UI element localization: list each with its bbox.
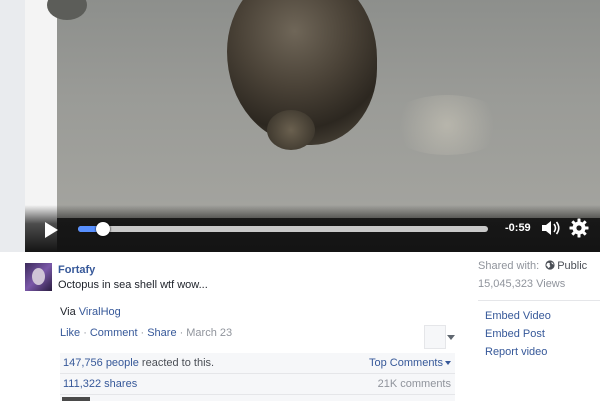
comment-preview [60, 395, 455, 401]
audience-row: Shared with: Public [478, 260, 600, 272]
avatar[interactable] [25, 263, 52, 291]
time-remaining: -0:59 [505, 222, 531, 234]
shares-row: 111,322 shares 21K comments [60, 374, 455, 395]
chevron-down-icon [445, 361, 451, 366]
like-link[interactable]: Like [60, 327, 80, 339]
play-icon[interactable] [45, 222, 58, 238]
shares-count[interactable]: 111,322 shares [63, 378, 137, 390]
post-stats: 147,756 people reacted to this. Top Comm… [60, 353, 455, 401]
action-separator: · [179, 327, 184, 339]
seek-bar[interactable] [78, 222, 488, 236]
top-comments-dropdown[interactable]: Top Comments [369, 357, 451, 369]
video-frame[interactable] [47, 0, 600, 218]
player-controls: -0:59 [25, 205, 600, 252]
reactions-summary: 147,756 people reacted to this. [63, 357, 214, 369]
chevron-down-icon[interactable] [447, 335, 455, 340]
post-date[interactable]: March 23 [186, 327, 232, 339]
video-background-detail [387, 95, 507, 155]
seek-handle[interactable] [96, 222, 110, 236]
sidebar-divider [478, 300, 600, 301]
via-line: Via ViralHog [60, 306, 121, 318]
via-link[interactable]: ViralHog [79, 306, 121, 318]
globe-icon [545, 260, 555, 270]
action-separator: · [140, 327, 145, 339]
reactions-suffix: reacted to this. [138, 357, 215, 369]
post-actions: Like · Comment · Share · March 23 [60, 327, 232, 339]
comments-count[interactable]: 21K comments [378, 378, 451, 390]
reaction-selector[interactable] [424, 325, 446, 349]
top-comments-label: Top Comments [369, 357, 443, 369]
reactions-row: 147,756 people reacted to this. Top Comm… [60, 353, 455, 374]
view-count: 15,045,323 Views [478, 278, 566, 290]
volume-icon[interactable] [540, 219, 562, 237]
action-separator: · [83, 327, 87, 339]
embed-video-link[interactable]: Embed Video [478, 310, 600, 322]
video-area: -0:59 [0, 0, 600, 252]
video-sidebar: Shared with: Public 15,045,323 Views Emb… [478, 260, 600, 358]
comment-avatar [62, 397, 90, 401]
video-subject-detail [267, 110, 315, 150]
post-author[interactable]: Fortafy [58, 264, 95, 276]
comment-link[interactable]: Comment [90, 327, 138, 339]
share-link[interactable]: Share [147, 327, 176, 339]
shared-with-label: Shared with: [478, 260, 540, 272]
gear-icon[interactable] [569, 218, 589, 238]
report-video-link[interactable]: Report video [478, 346, 600, 358]
post-status: Octopus in sea shell wtf wow... [58, 279, 208, 291]
audience-value[interactable]: Public [557, 260, 587, 272]
embed-post-link[interactable]: Embed Post [478, 328, 600, 340]
reactions-count[interactable]: 147,756 people [63, 357, 139, 369]
via-prefix: Via [60, 306, 79, 318]
